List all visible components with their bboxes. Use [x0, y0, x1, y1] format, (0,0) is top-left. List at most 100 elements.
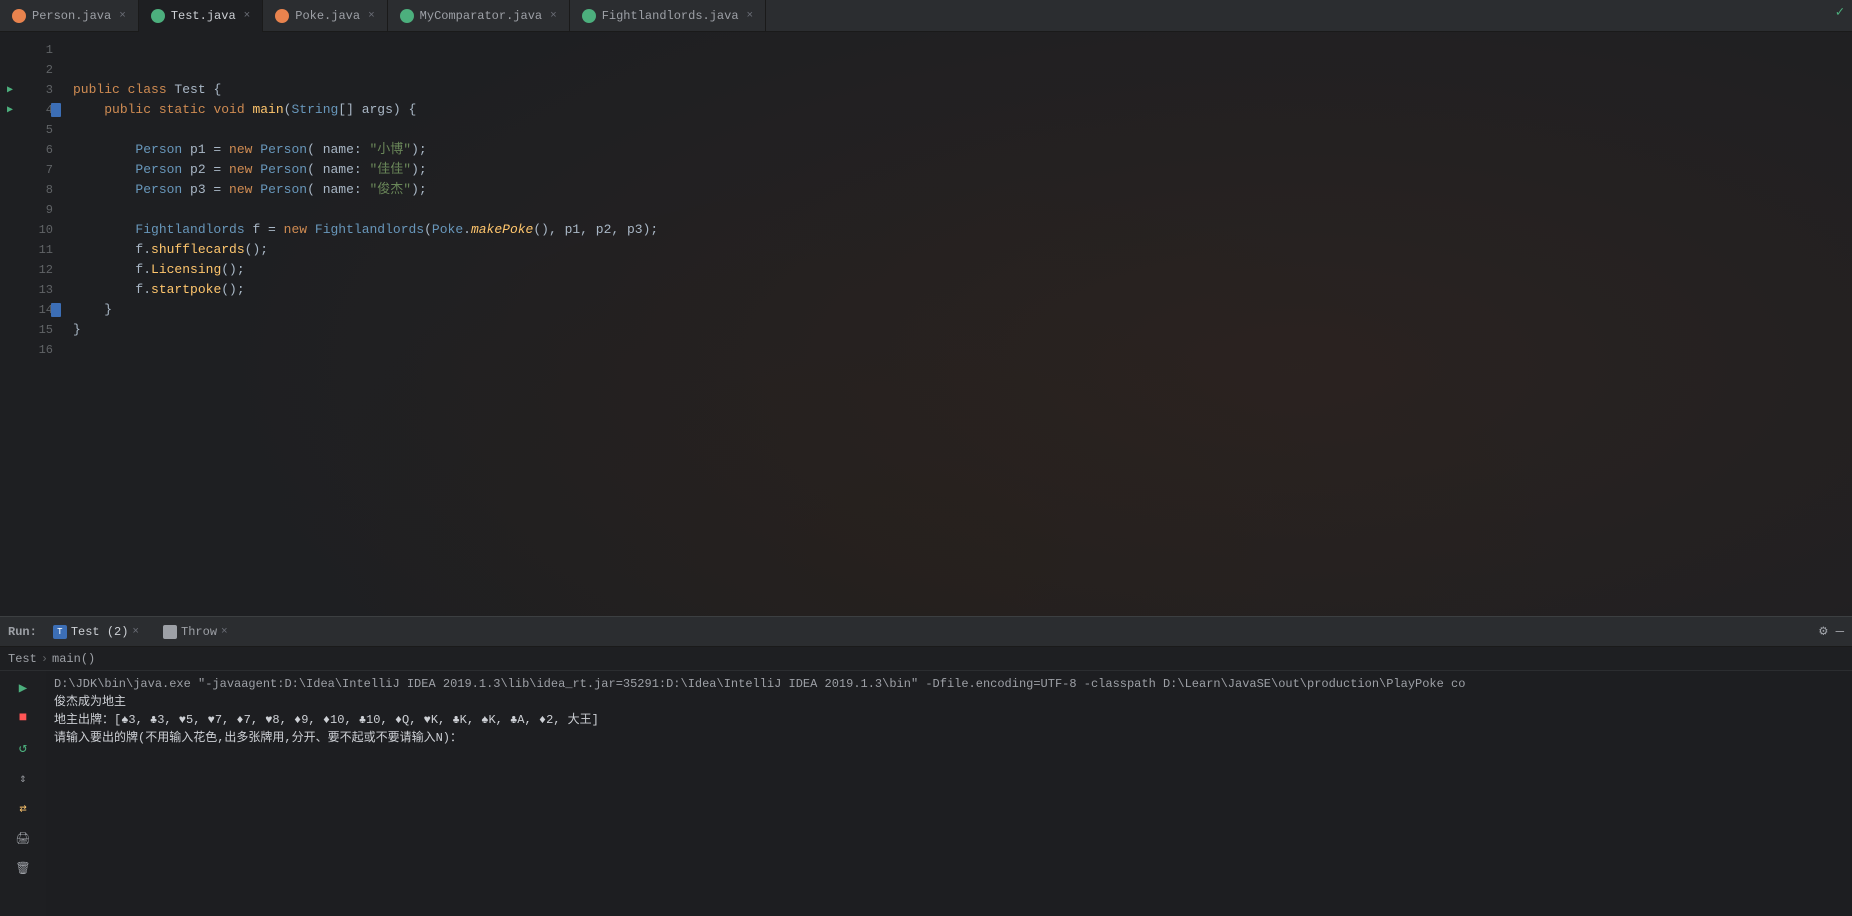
run-trash-button[interactable]: 🗑	[12, 857, 34, 879]
run-tab-test-close[interactable]: ×	[132, 626, 139, 638]
output-line-1: D:\JDK\bin\java.exe "-javaagent:D:\Idea\…	[54, 675, 1844, 693]
breadcrumb-method: main()	[52, 652, 95, 666]
breadcrumb-class: Test	[8, 652, 37, 666]
type-person-new-6: Person	[260, 140, 307, 160]
gutter-10	[0, 220, 20, 240]
output-line-4: 请输入要出的牌(不用输入花色,出多张牌用,分开、要不起或不要请输入N)：	[54, 729, 1844, 747]
code-line-10: Fightlandlords f = new Fightlandlords(Po…	[73, 220, 1852, 240]
kw-new-7: new	[229, 160, 260, 180]
fn-startpoke: startpoke	[151, 280, 221, 300]
run-stop-button[interactable]: ■	[12, 707, 34, 729]
type-fight-10: Fightlandlords	[135, 220, 252, 240]
paren-close-7: );	[411, 160, 427, 180]
tab-fightlandlords-java[interactable]: Fightlandlords.java ×	[570, 0, 766, 32]
type-person-new-7: Person	[260, 160, 307, 180]
indent-8	[73, 180, 135, 200]
line-num-7: 7	[20, 160, 61, 180]
gutter-2	[0, 60, 20, 80]
code-line-7: Person p2 = new Person( name: "佳佳");	[73, 160, 1852, 180]
breadcrumb-bar: Test › main()	[0, 647, 1852, 671]
gutter-12	[0, 260, 20, 280]
var-f-12: f.	[135, 260, 151, 280]
tab-close-fightlandlords[interactable]: ×	[747, 10, 754, 22]
tab-icon-test	[151, 9, 165, 23]
run-rerun-button[interactable]: ↺	[12, 737, 34, 759]
indent-7	[73, 160, 135, 180]
indent-13	[73, 280, 135, 300]
kw-static-4: static	[159, 100, 214, 120]
gutter-9	[0, 200, 20, 220]
breadcrumb-sep: ›	[41, 652, 48, 666]
tab-icon-mycomparator	[400, 9, 414, 23]
run-play-button[interactable]: ▶	[12, 677, 34, 699]
gutter-15	[0, 320, 20, 340]
tab-label-mycomparator: MyComparator.java	[420, 9, 542, 23]
run-tab-throw-close[interactable]: ×	[221, 626, 228, 638]
run-tab-test[interactable]: T Test (2) ×	[45, 617, 147, 647]
fn-main: main	[252, 100, 283, 120]
param-args: args	[362, 100, 393, 120]
indent-14	[73, 300, 104, 320]
gutter-8	[0, 180, 20, 200]
gutter-4[interactable]: ▶	[0, 100, 20, 120]
run-wrap-button[interactable]: ⇄	[12, 797, 34, 819]
gutter-5	[0, 120, 20, 140]
tab-person-java[interactable]: Person.java ×	[0, 0, 139, 32]
code-content[interactable]: public class Test { public static void m…	[65, 32, 1852, 616]
tab-test-java[interactable]: Test.java ×	[139, 0, 263, 32]
settings-icon[interactable]: ⚙	[1819, 623, 1827, 640]
type-person-6: Person	[135, 140, 190, 160]
indent-4	[73, 100, 104, 120]
brace-close-15: }	[73, 320, 81, 340]
run-tab-test-icon: T	[53, 625, 67, 639]
code-line-16	[73, 340, 1852, 360]
run-panel: Run: T Test (2) × Throw × ⚙ — Test › mai…	[0, 616, 1852, 916]
run-scrolllock-button[interactable]: ⇕	[12, 767, 34, 789]
line-num-12: 12	[20, 260, 61, 280]
type-poke-10: Poke	[432, 220, 463, 240]
tab-close-mycomparator[interactable]: ×	[550, 10, 557, 22]
run-arrow-3[interactable]: ▶	[7, 84, 13, 96]
run-print-button[interactable]: 🖨	[12, 827, 34, 849]
gutter-13	[0, 280, 20, 300]
run-arrow-4[interactable]: ▶	[7, 104, 13, 116]
line-num-3: 3	[20, 80, 61, 100]
code-line-8: Person p3 = new Person( name: "俊杰");	[73, 180, 1852, 200]
code-line-1	[73, 40, 1852, 60]
code-line-6: Person p1 = new Person( name: "小博");	[73, 140, 1852, 160]
run-left-sidebar: ▶ ■ ↺ ⇕ ⇄ 🖨 🗑	[0, 671, 46, 916]
code-line-12: f.Licensing();	[73, 260, 1852, 280]
kw-void-4: void	[213, 100, 252, 120]
kw-class-3: class	[128, 80, 175, 100]
tab-mycomparator-java[interactable]: MyComparator.java ×	[388, 0, 570, 32]
tab-label-person: Person.java	[32, 9, 111, 23]
var-f-13: f.	[135, 280, 151, 300]
code-line-14: }	[73, 300, 1852, 320]
gutter-3[interactable]: ▶	[0, 80, 20, 100]
minimize-icon[interactable]: —	[1836, 624, 1844, 640]
code-line-15: }	[73, 320, 1852, 340]
tab-poke-java[interactable]: Poke.java ×	[263, 0, 387, 32]
tab-close-person[interactable]: ×	[119, 10, 126, 22]
gutter-6	[0, 140, 20, 160]
tab-icon-fightlandlords	[582, 9, 596, 23]
indent-6	[73, 140, 135, 160]
type-person-7: Person	[135, 160, 190, 180]
line-num-14: 14	[20, 300, 61, 320]
var-p3: p3 =	[190, 180, 229, 200]
paren-7: (	[307, 160, 323, 180]
tab-label-test: Test.java	[171, 9, 236, 23]
brace-close-14: }	[104, 300, 112, 320]
var-p2: p2 =	[190, 160, 229, 180]
paren-close-10: (), p1, p2, p3);	[533, 220, 658, 240]
paren-6: (	[307, 140, 323, 160]
tab-label-fightlandlords: Fightlandlords.java	[602, 9, 739, 23]
output-line-2: 俊杰成为地主	[54, 693, 1844, 711]
line-num-1: 1	[20, 40, 61, 60]
str-junjie: "俊杰"	[370, 180, 412, 200]
tab-close-test[interactable]: ×	[244, 10, 251, 22]
tab-close-poke[interactable]: ×	[368, 10, 375, 22]
kw-public-4: public	[104, 100, 159, 120]
run-tab-throw[interactable]: Throw ×	[155, 617, 236, 647]
str-jiajia: "佳佳"	[370, 160, 412, 180]
